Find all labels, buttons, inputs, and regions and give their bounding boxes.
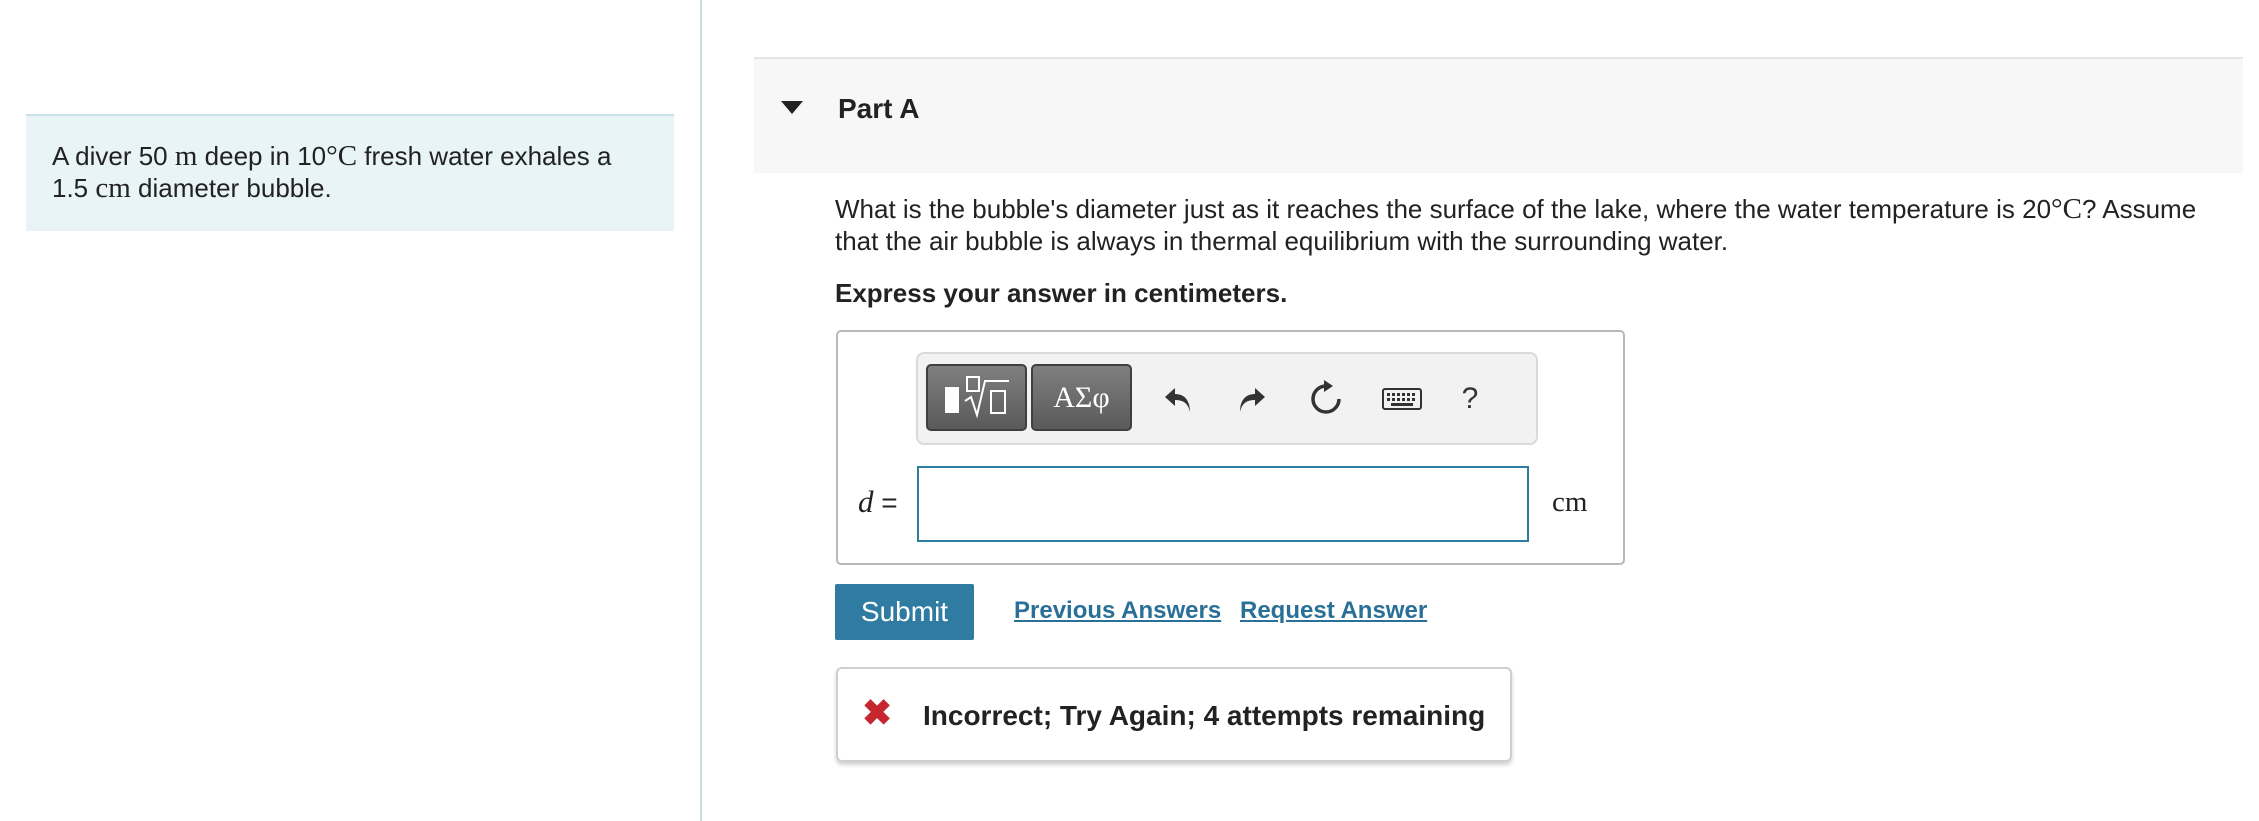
problem-temp-unit: °C xyxy=(326,140,358,172)
problem-diameter-unit: cm xyxy=(95,172,131,204)
answer-input[interactable] xyxy=(917,466,1529,542)
problem-text: diameter bubble. xyxy=(130,173,332,203)
request-answer-link[interactable]: Request Answer xyxy=(1240,597,1427,625)
part-title: Part A xyxy=(838,93,920,124)
math-toolbar: ΑΣφ ? xyxy=(916,352,1538,445)
templates-button[interactable] xyxy=(926,364,1027,431)
problem-depth: 50 xyxy=(138,141,168,171)
variable-label: d = xyxy=(858,484,898,520)
question-temp: 20 xyxy=(2022,194,2052,224)
reset-icon[interactable] xyxy=(1306,376,1346,422)
problem-statement: A diver 50 m deep in 10°C fresh water ex… xyxy=(26,114,674,231)
error-x-icon: ✖ xyxy=(862,692,893,733)
problem-temp: 10 xyxy=(297,141,327,171)
answer-box: ΑΣφ ? d = cm xyxy=(836,330,1625,565)
unit-label: cm xyxy=(1552,486,1588,518)
submit-button[interactable]: Submit xyxy=(835,584,974,640)
question-text: What is the bubble's diameter just as it… xyxy=(835,193,2235,257)
previous-answers-link[interactable]: Previous Answers xyxy=(1014,597,1221,625)
problem-depth-unit: m xyxy=(174,140,198,172)
symbols-button[interactable]: ΑΣφ xyxy=(1031,364,1132,431)
question-temp-unit: °C xyxy=(2051,193,2082,225)
help-icon[interactable]: ? xyxy=(1450,376,1490,422)
part-header[interactable]: Part A xyxy=(754,57,2243,173)
problem-pane: A diver 50 m deep in 10°C fresh water ex… xyxy=(0,0,700,821)
redo-icon[interactable] xyxy=(1232,376,1272,422)
equals-sign: = xyxy=(873,487,898,518)
question-text-part: What is the bubble's diameter just as it… xyxy=(835,194,2023,224)
pane-divider[interactable] xyxy=(700,0,702,821)
problem-text: A diver xyxy=(52,141,139,171)
problem-text: fresh water exhales a xyxy=(357,141,612,171)
collapse-caret-icon[interactable] xyxy=(781,101,803,114)
answer-instruction: Express your answer in centimeters. xyxy=(835,278,1288,308)
undo-icon[interactable] xyxy=(1158,376,1198,422)
problem-diameter: 1.5 xyxy=(52,173,89,203)
feedback-box: ✖ Incorrect; Try Again; 4 attempts remai… xyxy=(836,667,1512,762)
problem-text: deep in xyxy=(197,141,298,171)
feedback-message: Incorrect; Try Again; 4 attempts remaini… xyxy=(923,700,1486,731)
keyboard-icon[interactable] xyxy=(1380,376,1424,422)
variable-symbol: d xyxy=(858,484,874,519)
templates-sqrt-icon xyxy=(944,375,1009,419)
